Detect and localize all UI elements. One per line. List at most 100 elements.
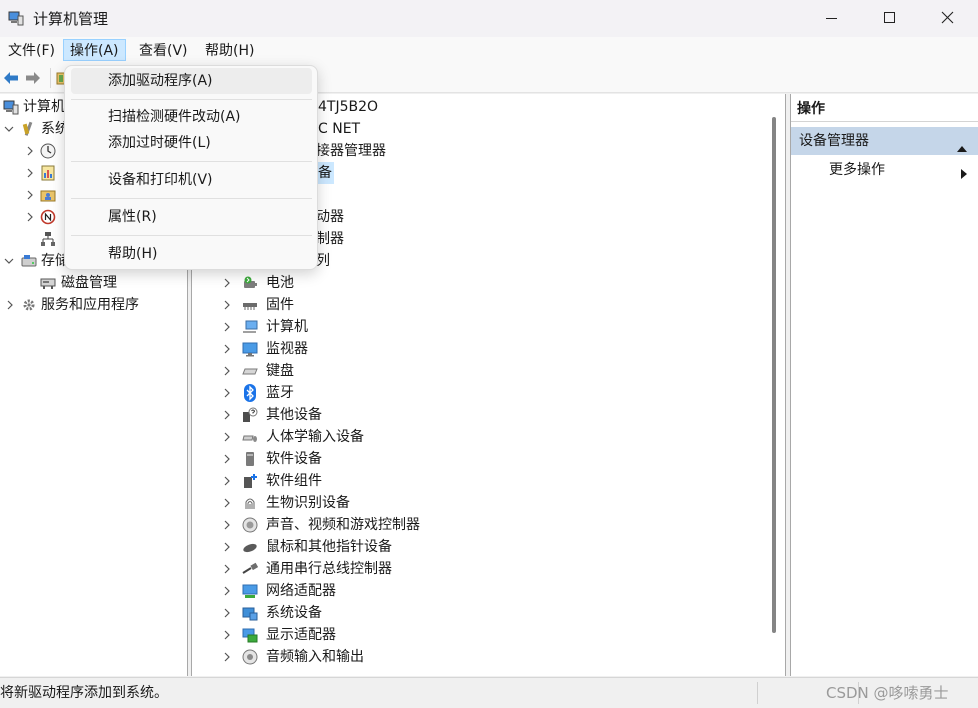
chevron-down-icon[interactable] bbox=[4, 250, 14, 272]
device-category-partial[interactable]: 接器管理器 bbox=[316, 140, 386, 162]
chevron-right-icon[interactable] bbox=[223, 272, 231, 294]
disk-management-icon bbox=[40, 275, 56, 291]
chevron-right-icon[interactable] bbox=[223, 448, 231, 470]
device-category-usb[interactable]: 通用串行总线控制器 bbox=[192, 558, 762, 580]
action-dropdown-menu: 添加驱动程序(A) 扫描检测硬件改动(A) 添加过时硬件(L) 设备和打印机(V… bbox=[64, 65, 318, 270]
menu-item-help[interactable]: 帮助(H) bbox=[71, 241, 312, 267]
chevron-right-icon[interactable] bbox=[223, 316, 231, 338]
device-category-partial[interactable]: C NET bbox=[318, 118, 360, 140]
chevron-right-icon[interactable] bbox=[223, 558, 231, 580]
device-category-label: 生物识别设备 bbox=[266, 495, 350, 511]
menu-item-scan-hardware[interactable]: 扫描检测硬件改动(A) bbox=[71, 104, 312, 130]
title-bar: 计算机管理 bbox=[0, 0, 978, 37]
system-tools-icon bbox=[21, 121, 37, 137]
menu-item-add-driver[interactable]: 添加驱动程序(A) bbox=[71, 68, 312, 94]
chevron-right-icon[interactable] bbox=[223, 294, 231, 316]
device-category-sound[interactable]: 声音、视频和游戏控制器 bbox=[192, 514, 762, 536]
device-category-label: 人体学输入设备 bbox=[266, 429, 364, 445]
device-category-label: 其他设备 bbox=[266, 407, 322, 423]
back-arrow-icon[interactable] bbox=[2, 69, 20, 87]
chevron-right-icon[interactable] bbox=[223, 646, 231, 668]
device-category-display[interactable]: 显示适配器 bbox=[192, 624, 762, 646]
chevron-right-icon[interactable] bbox=[6, 294, 14, 316]
actions-more[interactable]: 更多操作 bbox=[791, 158, 978, 182]
chevron-right-icon[interactable] bbox=[223, 536, 231, 558]
menu-file[interactable]: 文件(F) bbox=[1, 39, 62, 61]
device-category-partial[interactable]: 动器 bbox=[316, 206, 344, 228]
scrollbar-thumb[interactable] bbox=[772, 117, 776, 633]
menu-item-devices-printers[interactable]: 设备和打印机(V) bbox=[71, 167, 312, 193]
device-category-software-component[interactable]: 软件组件 bbox=[192, 470, 762, 492]
device-category-other[interactable]: 其他设备 bbox=[192, 404, 762, 426]
chevron-right-icon[interactable] bbox=[223, 470, 231, 492]
maximize-icon[interactable] bbox=[880, 8, 900, 28]
chevron-right-icon[interactable] bbox=[223, 404, 231, 426]
forward-arrow-icon[interactable] bbox=[24, 69, 42, 87]
menu-help[interactable]: 帮助(H) bbox=[198, 39, 261, 61]
device-category-partial[interactable]: 制器 bbox=[316, 228, 344, 250]
device-category-battery[interactable]: 电池 bbox=[192, 272, 762, 294]
menu-item-properties[interactable]: 属性(R) bbox=[71, 204, 312, 230]
collapse-up-icon[interactable] bbox=[956, 136, 968, 152]
menu-separator bbox=[71, 235, 312, 236]
system-device-icon bbox=[242, 605, 258, 621]
chevron-right-icon[interactable] bbox=[223, 624, 231, 646]
device-category-system[interactable]: 系统设备 bbox=[192, 602, 762, 624]
menu-action[interactable]: 操作(A) bbox=[63, 39, 126, 61]
minimize-icon[interactable] bbox=[822, 8, 842, 28]
chevron-right-icon[interactable] bbox=[223, 602, 231, 624]
chevron-right-icon[interactable] bbox=[26, 140, 34, 162]
device-category-firmware[interactable]: 固件 bbox=[192, 294, 762, 316]
tree-item-label: 磁盘管理 bbox=[61, 275, 117, 291]
software-device-icon bbox=[242, 451, 258, 467]
chevron-down-icon[interactable] bbox=[4, 118, 14, 140]
computer-management-icon bbox=[8, 10, 24, 26]
chevron-right-icon[interactable] bbox=[26, 162, 34, 184]
device-category-software-device[interactable]: 软件设备 bbox=[192, 448, 762, 470]
menu-bar: 文件(F) 操作(A) 查看(V) 帮助(H) bbox=[0, 37, 978, 64]
device-category-keyboard[interactable]: 键盘 bbox=[192, 360, 762, 382]
device-category-label: 固件 bbox=[266, 297, 294, 313]
device-category-mouse[interactable]: 鼠标和其他指针设备 bbox=[192, 536, 762, 558]
software-component-icon bbox=[242, 473, 258, 489]
status-text: 将新驱动程序添加到系统。 bbox=[0, 685, 168, 701]
device-category-label: 接器管理器 bbox=[316, 143, 386, 159]
computer-icon bbox=[242, 319, 258, 335]
device-category-audio-io[interactable]: 音频输入和输出 bbox=[192, 646, 762, 668]
chevron-right-icon[interactable] bbox=[223, 580, 231, 602]
shared-folders-icon bbox=[40, 187, 56, 203]
chevron-right-icon[interactable] bbox=[223, 426, 231, 448]
tree-item-disk-management[interactable]: 磁盘管理 bbox=[0, 272, 186, 294]
chevron-right-icon[interactable] bbox=[26, 184, 34, 206]
chevron-right-icon[interactable] bbox=[223, 492, 231, 514]
menu-view[interactable]: 查看(V) bbox=[132, 39, 195, 61]
monitor-icon bbox=[242, 341, 258, 357]
tree-item-services-apps[interactable]: 服务和应用程序 bbox=[0, 294, 186, 316]
close-icon[interactable] bbox=[938, 8, 958, 28]
chevron-right-icon[interactable] bbox=[26, 206, 34, 228]
menu-separator bbox=[71, 99, 312, 100]
actions-section-device-manager[interactable]: 设备管理器 bbox=[791, 127, 978, 155]
chevron-right-icon[interactable] bbox=[223, 514, 231, 536]
chevron-right-icon[interactable] bbox=[223, 338, 231, 360]
device-category-label: 音频输入和输出 bbox=[266, 649, 364, 665]
device-category-computer[interactable]: 计算机 bbox=[192, 316, 762, 338]
menu-item-add-legacy-hardware[interactable]: 添加过时硬件(L) bbox=[71, 130, 312, 156]
device-category-biometric[interactable]: 生物识别设备 bbox=[192, 492, 762, 514]
device-category-selected[interactable]: 备 bbox=[316, 162, 334, 184]
device-category-monitor[interactable]: 监视器 bbox=[192, 338, 762, 360]
device-category-network[interactable]: 网络适配器 bbox=[192, 580, 762, 602]
device-category-label: 网络适配器 bbox=[266, 583, 336, 599]
device-category-partial[interactable]: 列 bbox=[316, 250, 330, 272]
biometric-icon bbox=[242, 495, 258, 511]
device-category-label: 计算机 bbox=[266, 319, 308, 335]
device-category-hid[interactable]: 人体学输入设备 bbox=[192, 426, 762, 448]
toolbar-separator bbox=[50, 68, 51, 88]
mouse-icon bbox=[242, 539, 258, 555]
device-category-bluetooth[interactable]: 蓝牙 bbox=[192, 382, 762, 404]
device-root[interactable]: 4TJ5B2O bbox=[318, 96, 378, 118]
chevron-right-icon[interactable] bbox=[223, 382, 231, 404]
display-adapter-icon bbox=[242, 627, 258, 643]
services-icon bbox=[21, 297, 37, 313]
chevron-right-icon[interactable] bbox=[223, 360, 231, 382]
